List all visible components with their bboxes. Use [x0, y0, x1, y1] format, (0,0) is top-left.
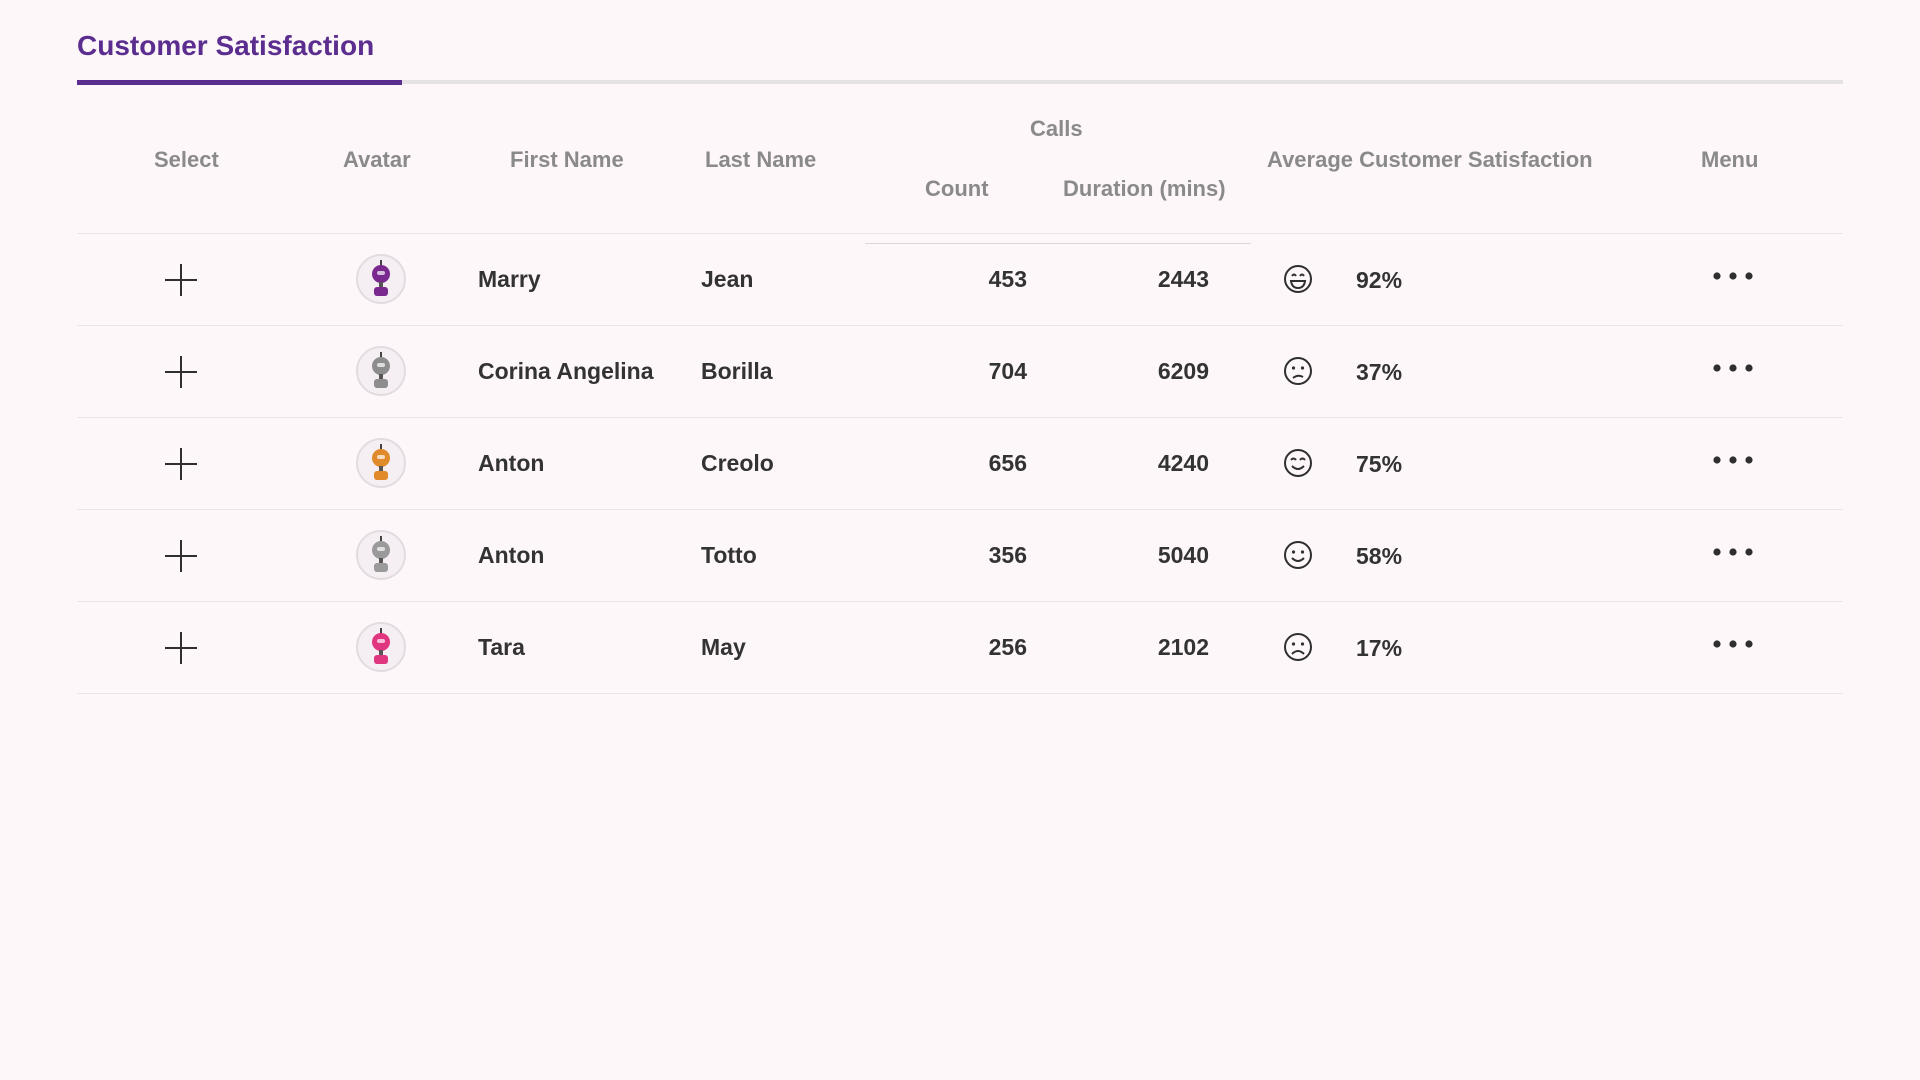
avatar [356, 622, 406, 672]
select-plus-icon[interactable] [165, 264, 197, 296]
frown-face-icon [1282, 631, 1314, 663]
more-dots-icon [1713, 456, 1753, 464]
table-row[interactable]: Tara May 256 2102 17% [77, 602, 1843, 694]
robot-avatar-icon [372, 444, 390, 480]
select-plus-icon[interactable] [165, 448, 197, 480]
column-header-first-name[interactable]: First Name [510, 147, 624, 173]
duration-cell: 4240 [1157, 450, 1209, 476]
row-menu-button[interactable] [1711, 362, 1755, 382]
column-header-average-satisfaction[interactable]: Average Customer Satisfaction [1267, 147, 1593, 173]
avatar [356, 254, 406, 304]
row-menu-button[interactable] [1711, 270, 1755, 290]
duration-cell: 2443 [1157, 266, 1209, 292]
satisfaction-percent: 17% [1356, 635, 1403, 661]
robot-avatar-icon [372, 628, 390, 664]
count-cell: 704 [988, 358, 1027, 384]
customer-satisfaction-page: Customer Satisfaction Select Avatar Firs… [77, 0, 1843, 694]
first-name-cell: Corina Angelina [478, 358, 654, 384]
count-cell: 453 [988, 266, 1027, 292]
last-name-cell: Borilla [701, 358, 773, 384]
avatar [356, 346, 406, 396]
table-row[interactable]: Marry Jean 453 2443 92% [77, 234, 1843, 326]
column-group-header-calls: Calls [1030, 116, 1083, 141]
row-menu-button[interactable] [1711, 454, 1755, 474]
column-header-select[interactable]: Select [154, 147, 219, 173]
select-plus-icon[interactable] [165, 540, 197, 572]
duration-cell: 2102 [1157, 634, 1209, 660]
last-name-cell: May [701, 634, 746, 660]
last-name-cell: Jean [701, 266, 754, 292]
column-header-last-name[interactable]: Last Name [705, 147, 816, 173]
duration-cell: 6209 [1157, 358, 1209, 384]
first-name-cell: Anton [478, 542, 545, 568]
laughing-face-icon [1282, 263, 1314, 295]
duration-cell: 5040 [1157, 542, 1209, 568]
select-plus-icon[interactable] [165, 356, 197, 388]
first-name-cell: Marry [478, 266, 541, 292]
tab-active-indicator [77, 80, 402, 85]
count-cell: 356 [988, 542, 1027, 568]
column-header-count[interactable]: Count [925, 176, 989, 202]
satisfaction-percent: 75% [1356, 451, 1403, 477]
more-dots-icon [1713, 272, 1753, 280]
column-header-avatar[interactable]: Avatar [343, 147, 411, 173]
last-name-cell: Totto [701, 542, 757, 568]
tab-bar: Customer Satisfaction [77, 0, 1843, 86]
count-cell: 656 [988, 450, 1027, 476]
sad-face-icon [1282, 355, 1314, 387]
robot-avatar-icon [372, 536, 390, 572]
satisfaction-percent: 37% [1356, 359, 1403, 385]
grid-body: Marry Jean 453 2443 92% Corina Angelina … [77, 234, 1843, 694]
robot-avatar-icon [372, 260, 390, 296]
avatar [356, 438, 406, 488]
grid-header: Select Avatar First Name Last Name Calls… [77, 86, 1843, 244]
more-dots-icon [1713, 548, 1753, 556]
row-menu-button[interactable] [1711, 546, 1755, 566]
table-row[interactable]: Anton Totto 356 5040 58% [77, 510, 1843, 602]
table-row[interactable]: Corina Angelina Borilla 704 6209 37% [77, 326, 1843, 418]
content-face-icon [1282, 447, 1314, 479]
column-header-duration[interactable]: Duration (mins) [1063, 176, 1226, 202]
first-name-cell: Tara [478, 634, 525, 660]
column-header-menu[interactable]: Menu [1701, 147, 1758, 173]
count-cell: 256 [988, 634, 1027, 660]
table-row[interactable]: Anton Creolo 656 4240 75% [77, 418, 1843, 510]
robot-avatar-icon [372, 352, 390, 388]
satisfaction-percent: 58% [1356, 543, 1403, 569]
more-dots-icon [1713, 640, 1753, 648]
select-plus-icon[interactable] [165, 632, 197, 664]
last-name-cell: Creolo [701, 450, 774, 476]
first-name-cell: Anton [478, 450, 545, 476]
avatar [356, 530, 406, 580]
tab-customer-satisfaction[interactable]: Customer Satisfaction [77, 30, 374, 62]
smile-face-icon [1282, 539, 1314, 571]
more-dots-icon [1713, 364, 1753, 372]
satisfaction-percent: 92% [1356, 267, 1403, 293]
row-menu-button[interactable] [1711, 638, 1755, 658]
